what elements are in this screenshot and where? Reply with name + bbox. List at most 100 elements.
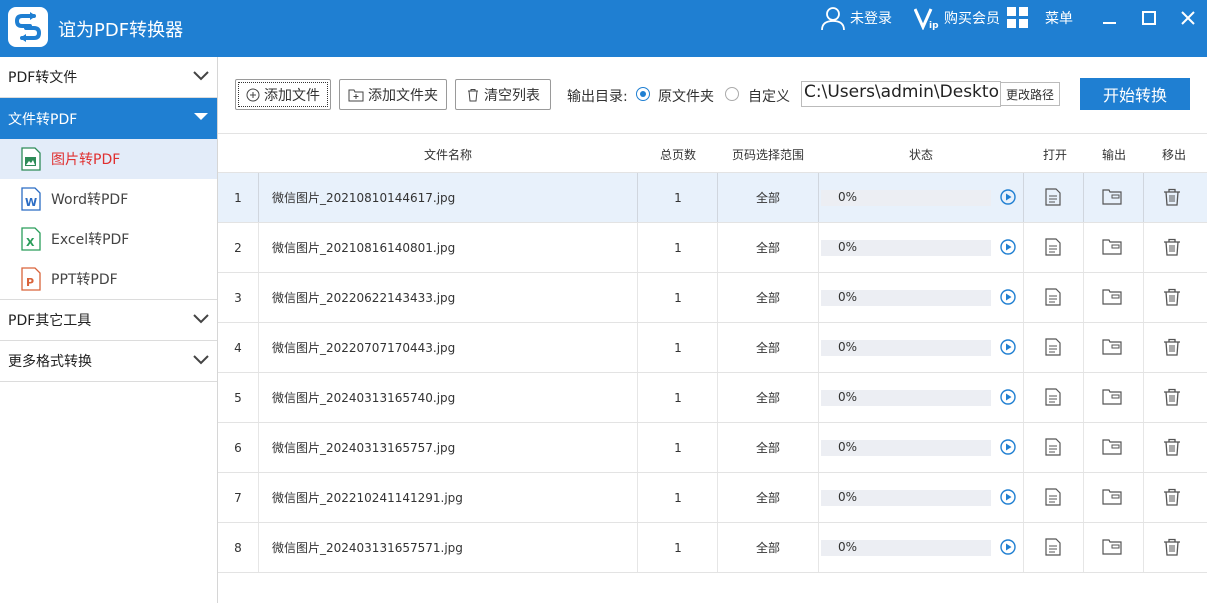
- row-page-range[interactable]: 全部: [728, 323, 808, 372]
- grid-menu-icon: [1007, 7, 1028, 28]
- close-icon: [1181, 11, 1195, 25]
- close-button[interactable]: [1176, 6, 1200, 30]
- table-row[interactable]: 8 微信图片_202403131657571.jpg 1 全部 0%: [218, 523, 1207, 573]
- sidebar-item-excel-to-pdf[interactable]: X Excel转PDF: [0, 219, 217, 259]
- sidebar-group-pdf-other-tools[interactable]: PDF其它工具: [0, 300, 217, 341]
- table-row[interactable]: 6 微信图片_20240313165757.jpg 1 全部 0%: [218, 423, 1207, 473]
- play-icon[interactable]: [1000, 489, 1016, 505]
- output-folder-icon[interactable]: [1102, 338, 1122, 356]
- header-open: 打开: [1042, 148, 1067, 162]
- output-folder-icon[interactable]: [1102, 438, 1122, 456]
- login-button[interactable]: 未登录: [820, 0, 892, 36]
- output-folder-icon[interactable]: [1102, 538, 1122, 556]
- add-file-button[interactable]: 添加文件: [235, 79, 331, 110]
- trash-icon: [468, 88, 478, 101]
- output-path-input[interactable]: C:\Users\admin\Desktop: [801, 81, 1001, 107]
- remove-trash-icon[interactable]: [1163, 238, 1181, 256]
- play-icon[interactable]: [1000, 239, 1016, 255]
- row-page-range[interactable]: 全部: [728, 473, 808, 522]
- remove-trash-icon[interactable]: [1163, 438, 1181, 456]
- row-file-name: 微信图片_202210241141291.jpg: [272, 491, 463, 505]
- play-icon[interactable]: [1000, 189, 1016, 205]
- table-row[interactable]: 2 微信图片_20210816140801.jpg 1 全部 0%: [218, 223, 1207, 273]
- open-file-icon[interactable]: [1045, 338, 1061, 356]
- open-file-icon[interactable]: [1045, 188, 1061, 206]
- header-output: 输出: [1101, 148, 1126, 162]
- row-page-range[interactable]: 全部: [728, 173, 808, 222]
- open-file-icon[interactable]: [1045, 238, 1061, 256]
- open-file-icon[interactable]: [1045, 538, 1061, 556]
- remove-trash-icon[interactable]: [1163, 488, 1181, 506]
- open-file-icon[interactable]: [1045, 488, 1061, 506]
- row-index: 8: [234, 540, 242, 555]
- chevron-down-icon: [193, 314, 209, 324]
- table-row[interactable]: 4 微信图片_20220707170443.jpg 1 全部 0%: [218, 323, 1207, 373]
- row-page-range[interactable]: 全部: [728, 423, 808, 472]
- output-folder-icon[interactable]: [1102, 238, 1122, 256]
- remove-trash-icon[interactable]: [1163, 388, 1181, 406]
- row-total-pages: 1: [674, 340, 682, 355]
- sidebar-item-ppt-to-pdf[interactable]: P PPT转PDF: [0, 259, 217, 299]
- output-folder-icon[interactable]: [1102, 488, 1122, 506]
- table-row[interactable]: 3 微信图片_20220622143433.jpg 1 全部 0%: [218, 273, 1207, 323]
- sidebar-group-label: PDF转文件: [8, 70, 78, 86]
- row-progress-text: 0%: [838, 290, 858, 304]
- remove-trash-icon[interactable]: [1163, 188, 1181, 206]
- output-folder-icon[interactable]: [1102, 288, 1122, 306]
- table-row[interactable]: 7 微信图片_202210241141291.jpg 1 全部 0%: [218, 473, 1207, 523]
- user-icon: [821, 7, 845, 31]
- row-progress-text: 0%: [838, 240, 858, 254]
- play-icon[interactable]: [1000, 339, 1016, 355]
- start-convert-button[interactable]: 开始转换: [1080, 78, 1190, 110]
- row-total-pages: 1: [674, 290, 682, 305]
- row-progress-text: 0%: [838, 190, 858, 204]
- row-page-range[interactable]: 全部: [728, 273, 808, 322]
- row-page-range[interactable]: 全部: [728, 523, 808, 572]
- row-file-name: 微信图片_20210810144617.jpg: [272, 191, 456, 205]
- add-folder-button[interactable]: 添加文件夹: [339, 79, 447, 110]
- app-title: 谊为PDF转换器: [58, 20, 184, 41]
- sidebar-group-pdf-to-file[interactable]: PDF转文件: [0, 57, 217, 98]
- remove-trash-icon[interactable]: [1163, 338, 1181, 356]
- open-file-icon[interactable]: [1045, 288, 1061, 306]
- row-file-name: 微信图片_20220707170443.jpg: [272, 341, 456, 355]
- remove-trash-icon[interactable]: [1163, 538, 1181, 556]
- table-row[interactable]: 1 微信图片_20210810144617.jpg 1 全部 0%: [218, 173, 1207, 223]
- play-icon[interactable]: [1000, 439, 1016, 455]
- radio-custom-folder[interactable]: [725, 87, 739, 101]
- table-body: 1 微信图片_20210810144617.jpg 1 全部 0% 2 微信图片…: [218, 173, 1207, 573]
- sidebar-item-image-to-pdf[interactable]: 图片转PDF: [0, 139, 217, 179]
- row-index: 4: [234, 340, 242, 355]
- sidebar-item-word-to-pdf[interactable]: W Word转PDF: [0, 179, 217, 219]
- output-folder-icon[interactable]: [1102, 388, 1122, 406]
- table-row[interactable]: 5 微信图片_20240313165740.jpg 1 全部 0%: [218, 373, 1207, 423]
- app-logo-icon: [8, 7, 48, 47]
- row-page-range[interactable]: 全部: [728, 373, 808, 422]
- buy-vip-button[interactable]: ip 购买会员: [914, 0, 1000, 36]
- row-total-pages: 1: [674, 240, 682, 255]
- remove-trash-icon[interactable]: [1163, 288, 1181, 306]
- open-file-icon[interactable]: [1045, 388, 1061, 406]
- maximize-button[interactable]: [1137, 6, 1161, 30]
- open-file-icon[interactable]: [1045, 438, 1061, 456]
- sidebar-group-file-to-pdf[interactable]: 文件转PDF: [0, 98, 217, 139]
- sidebar-group-more-formats[interactable]: 更多格式转换: [0, 341, 217, 382]
- image-file-icon: [21, 147, 41, 171]
- table-header: 文件名称 总页数 页码选择范围 状态 打开 输出 移出: [218, 134, 1207, 173]
- word-file-icon: W: [21, 187, 41, 211]
- row-page-range[interactable]: 全部: [728, 223, 808, 272]
- row-progress-text: 0%: [838, 490, 858, 504]
- output-folder-icon[interactable]: [1102, 188, 1122, 206]
- sidebar-item-label: Excel转PDF: [51, 232, 130, 248]
- clear-list-button[interactable]: 清空列表: [455, 79, 551, 110]
- sidebar-item-label: 图片转PDF: [51, 152, 121, 168]
- minimize-button[interactable]: [1098, 6, 1122, 30]
- radio-original-folder[interactable]: [636, 87, 650, 101]
- menu-button[interactable]: 菜单: [1007, 0, 1073, 36]
- play-icon[interactable]: [1000, 539, 1016, 555]
- play-icon[interactable]: [1000, 289, 1016, 305]
- play-icon[interactable]: [1000, 389, 1016, 405]
- change-path-button[interactable]: 更改路径: [1000, 82, 1060, 106]
- row-total-pages: 1: [674, 540, 682, 555]
- row-file-name: 微信图片_20240313165757.jpg: [272, 441, 456, 455]
